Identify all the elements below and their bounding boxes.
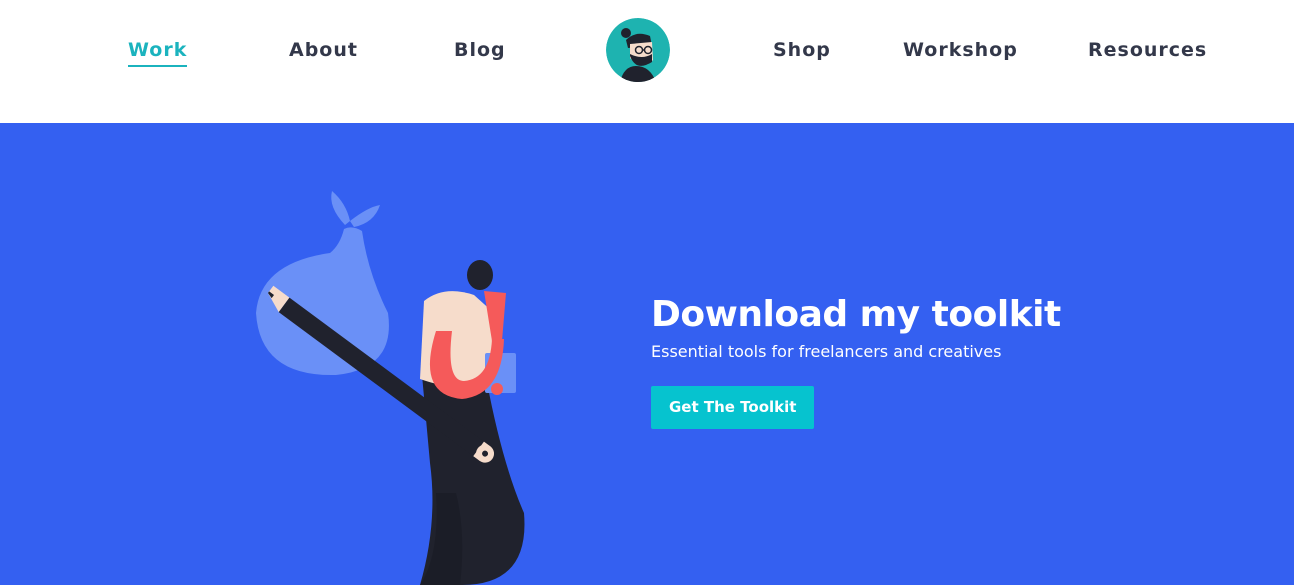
hero-banner: Download my toolkit Essential tools for … (0, 123, 1294, 585)
get-toolkit-button[interactable]: Get The Toolkit (651, 386, 815, 429)
person-carrying-pencil-bindle-illustration (256, 191, 525, 585)
nav-link-work[interactable]: Work (128, 38, 188, 67)
nav-link-about[interactable]: About (289, 38, 358, 62)
hero-subtitle: Essential tools for freelancers and crea… (651, 342, 1002, 361)
nav-link-resources[interactable]: Resources (1088, 38, 1207, 62)
nav-link-workshop[interactable]: Workshop (903, 38, 1018, 62)
hero-content: Download my toolkit Essential tools for … (651, 293, 1211, 429)
hero-title: Download my toolkit (651, 294, 1061, 335)
nav-link-blog[interactable]: Blog (454, 38, 506, 62)
site-header: Work About Blog Shop Workshop Resources (0, 0, 1294, 123)
nav-link-shop[interactable]: Shop (773, 38, 831, 62)
avatar-logo-icon[interactable] (606, 18, 670, 82)
